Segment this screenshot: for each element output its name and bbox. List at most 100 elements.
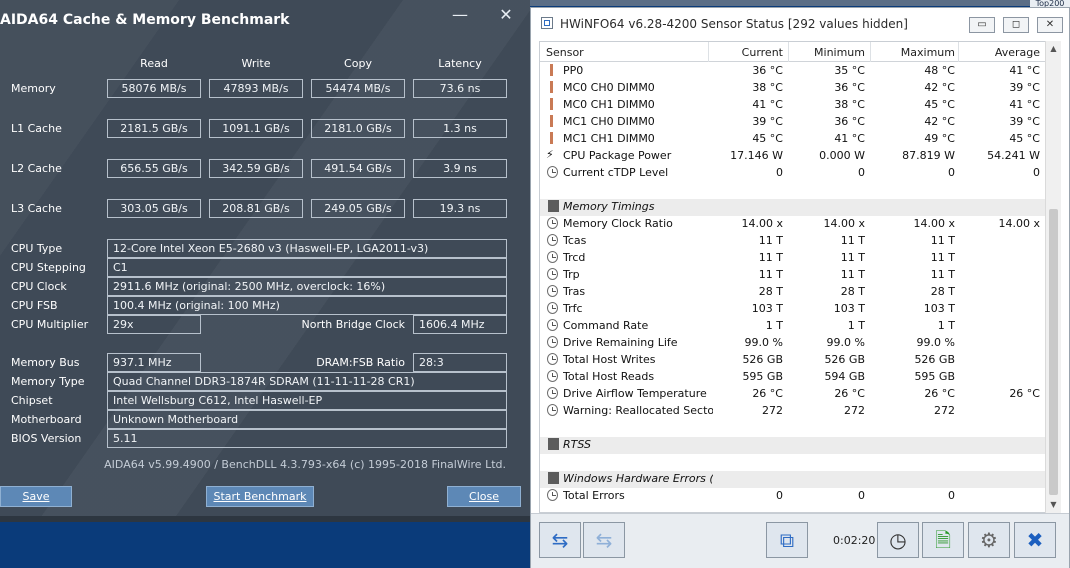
current-value: 28 T [758,285,783,298]
bench-latency-value: 19.3 ns [413,199,507,218]
col-header-maximum[interactable]: Maximum [875,46,955,59]
current-value: 272 [762,404,783,417]
arrows-expand-icon[interactable]: ⇆ [539,522,581,558]
sensor-name: Total Errors [563,489,625,502]
arrows-collapse-icon[interactable]: ⇆ [583,522,625,558]
hwinfo-window: HWiNFO64 v6.28-4200 Sensor Status [292 v… [530,7,1070,568]
current-value: 11 T [758,251,783,264]
aida-close-icon[interactable]: ✕ [496,5,516,24]
sensor-scrollbar[interactable]: ▲ ▼ [1045,41,1061,513]
sensor-name: Memory Timings [563,200,655,213]
save-button[interactable]: Save [0,486,72,507]
gauge-icon [547,319,558,331]
sensor-row[interactable]: PP0 36 °C 35 °C 48 °C 41 °C [540,63,1048,80]
cpu-fsb-value: 100.4 MHz (original: 100 MHz) [107,296,507,315]
sensor-row[interactable] [540,182,1048,199]
sensor-group-row[interactable]: Windows Hardware Errors (... [540,471,1048,488]
sensor-row[interactable]: Trfc 103 T 103 T 103 T [540,301,1048,318]
minimum-value: 0 [858,166,865,179]
sensor-row[interactable] [540,454,1048,471]
scroll-down-icon[interactable]: ▼ [1046,497,1061,513]
cpu-type-value: 12-Core Intel Xeon E5-2680 v3 (Haswell-E… [107,239,507,258]
sensor-row[interactable]: Total Host Reads 595 GB 594 GB 595 GB [540,369,1048,386]
sensor-row[interactable]: MC0 CH0 DIMM0 38 °C 36 °C 42 °C 39 °C [540,80,1048,97]
hwinfo-minimize-button[interactable]: ▭ [969,17,995,33]
sensor-name: MC0 CH1 DIMM0 [563,98,655,111]
sensor-row[interactable]: Command Rate 1 T 1 T 1 T [540,318,1048,335]
sensor-row[interactable]: Current cTDP Level 0 0 0 0 [540,165,1048,182]
sensor-row[interactable]: Total Errors 0 0 0 [540,488,1048,505]
chip-icon [548,472,559,484]
current-value: 26 °C [752,387,783,400]
col-header-average[interactable]: Average [962,46,1040,59]
close-x-icon[interactable]: ✖ [1014,522,1056,558]
current-value: 45 °C [752,132,783,145]
gauge-icon [547,251,558,263]
minimum-value: 1 T [847,319,865,332]
close-button[interactable]: Close [447,486,521,507]
current-value: 0 [776,166,783,179]
sensor-name: Command Rate [563,319,649,332]
current-value: 17.146 W [730,149,783,162]
network-icon[interactable]: ⧉ [766,522,808,558]
hwinfo-maximize-button[interactable]: ◻ [1003,17,1029,33]
sensor-row[interactable]: Total Host Writes 526 GB 526 GB 526 GB [540,352,1048,369]
aida-minimize-button[interactable]: — [450,5,470,24]
sensor-row[interactable]: MC1 CH1 DIMM0 45 °C 41 °C 49 °C 45 °C [540,131,1048,148]
sensor-row[interactable]: Tras 28 T 28 T 28 T [540,284,1048,301]
start-benchmark-button[interactable]: Start Benchmark [206,486,314,507]
clock-icon[interactable]: ◷ [877,522,919,558]
minimum-value: 38 °C [834,98,865,111]
bench-row-label: L1 Cache [11,122,62,135]
sensor-row[interactable]: Drive Remaining Life 99.0 % 99.0 % 99.0 % [540,335,1048,352]
cpu-multiplier-value: 29x [107,315,201,334]
chipset-value: Intel Wellsburg C612, Intel Haswell-EP [107,391,507,410]
sensor-row[interactable]: Tcas 11 T 11 T 11 T [540,233,1048,250]
cpu-type-label: CPU Type [11,242,63,255]
settings-gear-icon[interactable]: ⚙ [968,522,1010,558]
maximum-value: 87.819 W [902,149,955,162]
bench-copy-value: 2181.0 GB/s [311,119,405,138]
sensor-row[interactable]: Drive Airflow Temperature 26 °C 26 °C 26 °C… [540,386,1048,403]
sensor-row[interactable]: MC0 CH1 DIMM0 41 °C 38 °C 45 °C 41 °C [540,97,1048,114]
average-value: 39 °C [1009,115,1040,128]
cpu-clock-value: 2911.6 MHz (original: 2500 MHz, overcloc… [107,277,507,296]
sensor-row[interactable]: Memory Clock Ratio 14.00 x 14.00 x 14.00 x 1… [540,216,1048,233]
hwinfo-close-button[interactable]: ✕ [1037,17,1063,33]
current-value: 39 °C [752,115,783,128]
scroll-up-icon[interactable]: ▲ [1046,41,1061,57]
average-value: 14.00 x [998,217,1041,230]
sensor-name: Trp [563,268,580,281]
maximum-value: 272 [934,404,955,417]
col-header-minimum[interactable]: Minimum [792,46,865,59]
sensor-group-row[interactable]: Memory Timings [540,199,1048,216]
sensor-table: Sensor Current Minimum Maximum Average P… [539,41,1049,513]
sensor-row[interactable]: MC1 CH0 DIMM0 39 °C 36 °C 42 °C 39 °C [540,114,1048,131]
current-value: 99.0 % [744,336,783,349]
sensor-group-row[interactable]: RTSS [540,437,1048,454]
col-header-sensor[interactable]: Sensor [546,46,584,59]
average-value: 39 °C [1009,81,1040,94]
minimum-value: 594 GB [824,370,865,383]
bench-read-value: 303.05 GB/s [107,199,201,218]
sensor-row[interactable]: Trp 11 T 11 T 11 T [540,267,1048,284]
hwinfo-titlebar: HWiNFO64 v6.28-4200 Sensor Status [292 v… [531,8,1069,38]
motherboard-label: Motherboard [11,413,82,426]
col-header-latency: Latency [438,57,482,70]
bench-row-label: Memory [11,82,56,95]
chip-icon [548,438,559,450]
sensor-row[interactable]: ⚡ CPU Package Power 17.146 W 0.000 W 87.819 … [540,148,1048,165]
gauge-icon [547,285,558,297]
bench-latency-value: 3.9 ns [413,159,507,178]
maximum-value: 28 T [930,285,955,298]
col-header-write: Write [241,57,271,70]
bench-copy-value: 491.54 GB/s [311,159,405,178]
scroll-thumb[interactable] [1049,209,1058,495]
thermometer-icon [550,64,561,76]
col-header-current[interactable]: Current [712,46,783,59]
sensor-row[interactable]: Warning: Reallocated Secto... 272 272 272 [540,403,1048,420]
add-report-icon[interactable]: 🗎 [922,522,964,558]
sensor-row[interactable] [540,420,1048,437]
minimum-value: 11 T [840,251,865,264]
sensor-row[interactable]: Trcd 11 T 11 T 11 T [540,250,1048,267]
